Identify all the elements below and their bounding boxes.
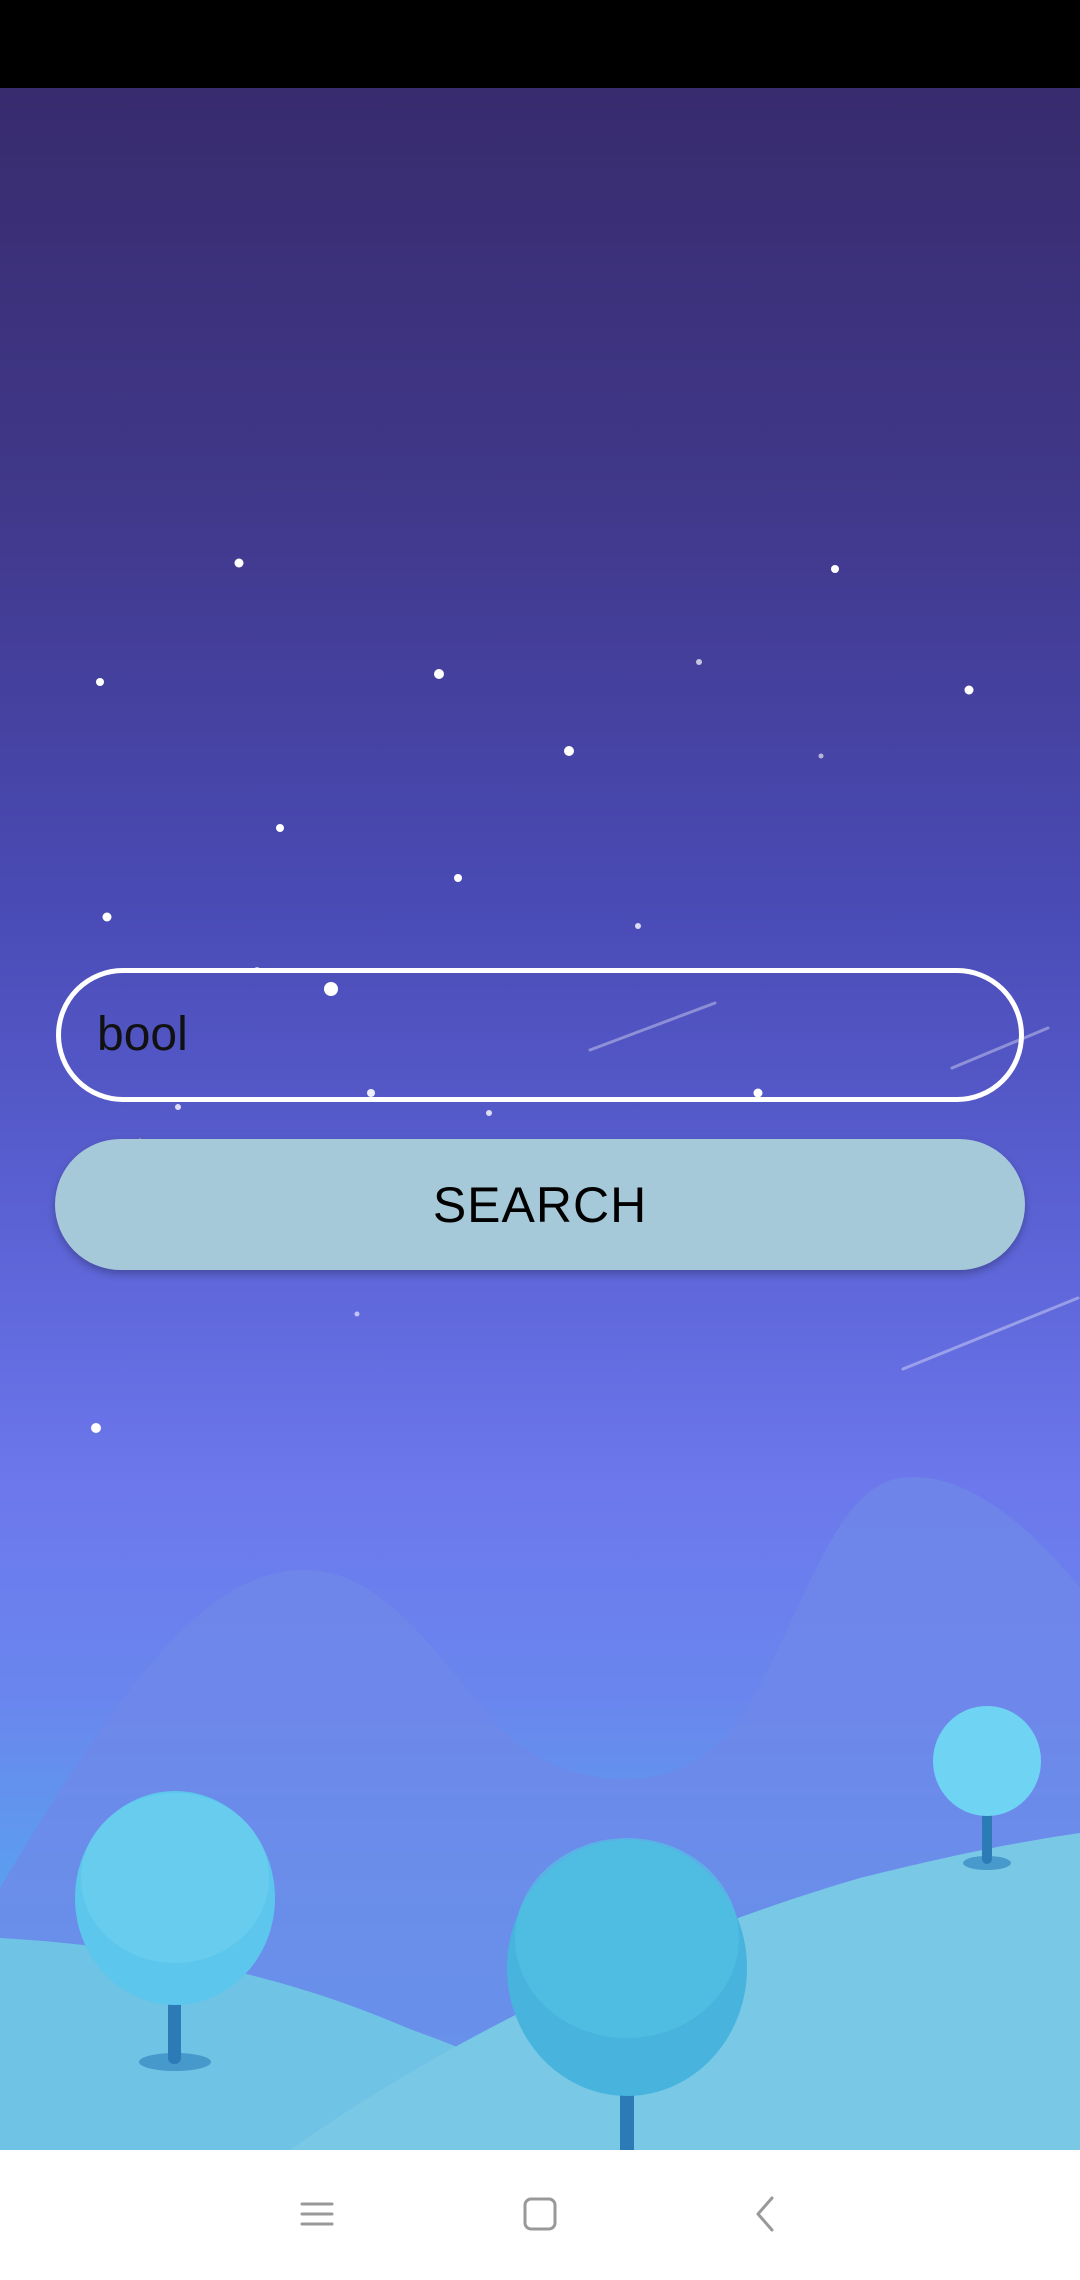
search-button[interactable]: SEARCH: [55, 1139, 1025, 1270]
menu-icon: [300, 2202, 334, 2226]
search-input[interactable]: [97, 973, 977, 1097]
chevron-left-icon: [756, 2196, 774, 2232]
app-screen: SEARCH: [0, 0, 1080, 2280]
square-icon: [523, 2197, 557, 2231]
wallpaper-illustration: [0, 558, 1080, 2150]
recents-button[interactable]: [277, 2174, 357, 2254]
search-field[interactable]: [56, 968, 1024, 1102]
night-sky-wallpaper: [0, 88, 1080, 2150]
home-button[interactable]: [500, 2174, 580, 2254]
status-bar: [0, 0, 1080, 88]
navigation-bar: [0, 2150, 1080, 2280]
back-button[interactable]: [726, 2174, 806, 2254]
